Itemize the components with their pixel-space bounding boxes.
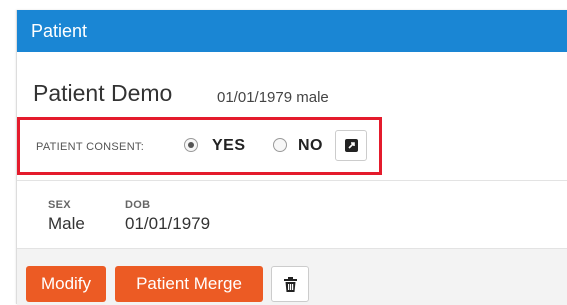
consent-highlight-box: PATIENT CONSENT: YES NO xyxy=(17,117,382,175)
external-link-icon xyxy=(345,139,358,152)
consent-open-button[interactable] xyxy=(335,130,367,161)
patient-name: Patient Demo xyxy=(33,80,173,106)
action-bar: Modify Patient Merge xyxy=(17,248,567,305)
sex-field: SEX Male xyxy=(48,199,85,233)
dob-value: 01/01/1979 xyxy=(125,214,211,233)
patient-merge-button[interactable]: Patient Merge xyxy=(115,266,263,302)
panel-title: Patient xyxy=(17,10,567,52)
trash-icon xyxy=(284,277,297,292)
patient-meta: 01/01/1979 male xyxy=(217,89,329,106)
consent-yes-radio[interactable] xyxy=(184,138,198,152)
dob-field: DOB 01/01/1979 xyxy=(125,199,211,233)
patient-details: SEX Male DOB 01/01/1979 xyxy=(17,181,567,248)
modify-button[interactable]: Modify xyxy=(26,266,106,302)
delete-button[interactable] xyxy=(271,266,309,302)
dob-label: DOB xyxy=(125,199,151,211)
consent-yes-label[interactable]: YES xyxy=(212,138,246,154)
sex-value: Male xyxy=(48,214,85,233)
consent-no-label[interactable]: NO xyxy=(298,138,323,154)
patient-panel: Patient Patient Demo 01/01/1979 male PAT… xyxy=(16,10,567,305)
consent-no-radio[interactable] xyxy=(273,138,287,152)
sex-label: SEX xyxy=(48,199,71,211)
consent-label: PATIENT CONSENT: xyxy=(36,141,145,153)
